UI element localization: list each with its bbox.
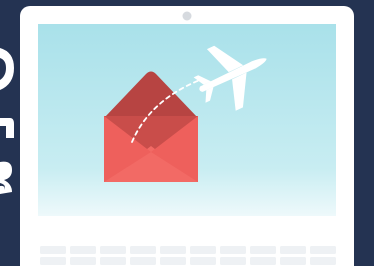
keyboard-key <box>100 257 126 265</box>
keyboard-key <box>190 257 216 265</box>
laptop-illustration <box>0 0 374 266</box>
keyboard-key <box>190 246 216 254</box>
keyboard-key <box>310 246 336 254</box>
keyboard-key <box>70 257 96 265</box>
keyboard-key <box>220 257 246 265</box>
webcam-dot <box>182 11 192 21</box>
keyboard-key <box>40 246 66 254</box>
keyboard-key <box>70 246 96 254</box>
keyboard-key <box>280 257 306 265</box>
keyboard-key <box>280 246 306 254</box>
keyboard-key <box>100 246 126 254</box>
keyboard-key <box>160 246 186 254</box>
illustration-scene <box>0 0 374 266</box>
keyboard-key <box>220 246 246 254</box>
keyboard-key <box>130 246 156 254</box>
keyboard-key <box>160 257 186 265</box>
keyboard-key <box>40 257 66 265</box>
keyboard-key <box>250 246 276 254</box>
keyboard-key <box>310 257 336 265</box>
keyboard-key <box>130 257 156 265</box>
keyboard-key <box>250 257 276 265</box>
